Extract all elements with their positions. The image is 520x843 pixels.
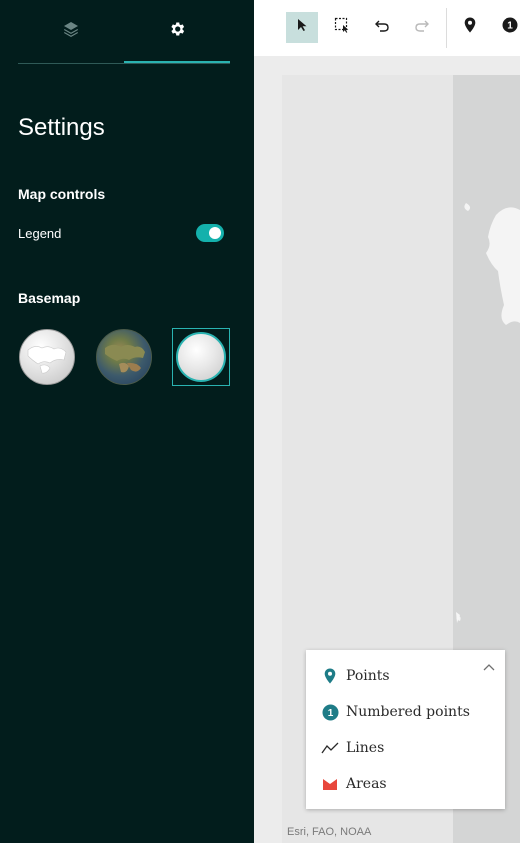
redo-button[interactable] [406,12,438,43]
add-point-button[interactable] [454,12,486,43]
numbered-point-icon: 1 [502,17,518,38]
sidebar: Settings Map controls Legend Basemap [0,0,254,843]
legend-panel: Points 1 Numbered points Lines Areas [306,650,505,809]
chevron-up-icon [482,659,496,676]
map-toolbar: 1 [254,0,520,56]
tab-settings[interactable] [124,0,230,63]
legend-toggle-label: Legend [18,226,62,241]
layers-icon [62,20,80,43]
gear-icon [168,20,186,43]
legend-item-label: Points [346,668,390,684]
toggle-knob [209,227,221,239]
globe-light-icon [27,346,67,374]
select-box-button[interactable] [326,12,358,43]
legend-item-points: Points [320,665,390,687]
undo-button[interactable] [366,12,398,43]
toolbar-divider [446,8,447,48]
map-attribution: Esri, FAO, NOAA [287,826,372,838]
globe-imagery-icon [105,344,145,373]
basemap-imagery[interactable] [96,329,152,385]
map-controls-heading: Map controls [18,186,106,202]
area-icon [320,774,340,794]
pin-icon [320,666,340,686]
collapse-button[interactable] [482,659,496,671]
page-title: Settings [18,114,105,141]
pin-icon [464,17,476,38]
select-pointer-button[interactable] [286,12,318,43]
pointer-icon [295,18,309,37]
toolbar-badge-number: 1 [507,21,513,32]
legend-item-areas: Areas [320,773,387,795]
legend-item-lines: Lines [320,737,384,759]
legend-toggle[interactable] [196,224,224,242]
basemap-light-gray-selected[interactable] [172,328,230,386]
legend-item-label: Lines [346,740,385,756]
legend-badge-number: 1 [327,708,333,719]
legend-item-label: Numbered points [346,704,470,720]
tab-layers[interactable] [18,0,124,62]
sidebar-tabs [18,0,230,64]
numbered-point-icon: 1 [320,702,340,722]
redo-icon [414,18,430,37]
undo-icon [374,18,390,37]
line-icon [320,738,340,758]
marquee-select-icon [334,17,350,38]
basemap-light-gray[interactable] [19,329,75,385]
add-numbered-point-button[interactable]: 1 [494,12,520,43]
globe-selected-icon [176,332,226,382]
legend-item-numbered-points: 1 Numbered points [320,701,470,723]
legend-item-label: Areas [346,776,387,792]
basemap-heading: Basemap [18,290,81,306]
